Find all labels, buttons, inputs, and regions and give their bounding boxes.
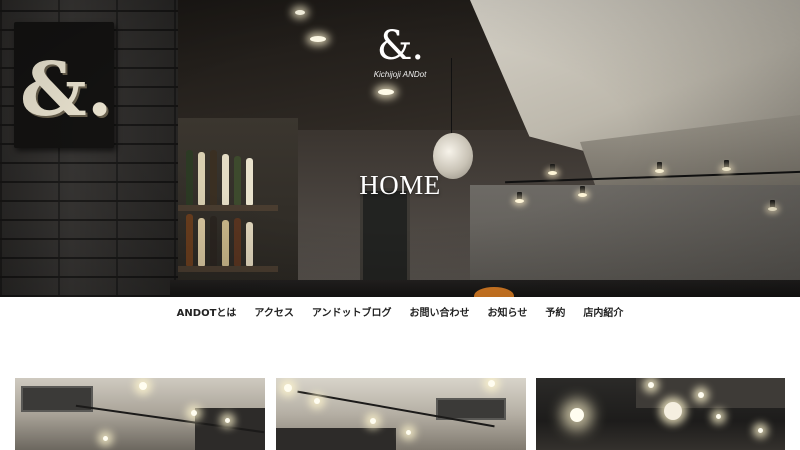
site-logo[interactable]: &. Kichijoji ANDot <box>360 24 440 92</box>
ceiling-light <box>284 384 292 392</box>
ceiling-light <box>314 398 320 404</box>
gallery-image-2[interactable] <box>276 378 526 450</box>
ceiling-shadow <box>276 428 396 450</box>
nav-item-blog[interactable]: アンドットブログ <box>303 307 401 321</box>
ceiling-light <box>103 436 108 441</box>
main-nav: ANDOTとは アクセス アンドットブログ お問い合わせ お知らせ 予約 店内紹… <box>0 297 800 331</box>
nav-item-interior[interactable]: 店内紹介 <box>574 307 632 321</box>
ceiling-light <box>716 414 721 419</box>
page-title: HOME <box>359 170 441 200</box>
nav-item-news[interactable]: お知らせ <box>479 307 537 321</box>
air-vent <box>21 386 93 412</box>
hero-banner: &. &. Kichijoji ANDot HOME <box>0 0 800 297</box>
nav-item-contact[interactable]: お問い合わせ <box>401 307 479 321</box>
logo-mark: &. <box>376 23 424 69</box>
ceiling-light <box>191 410 197 416</box>
logo-subtitle: Kichijoji ANDot <box>373 70 427 79</box>
ceiling-light <box>648 382 654 388</box>
ceiling-light <box>225 418 230 423</box>
pendant-lamp <box>664 402 682 420</box>
nav-item-access[interactable]: アクセス <box>245 307 303 321</box>
ceiling-light <box>488 380 495 387</box>
ceiling-light <box>370 418 376 424</box>
gallery-image-3[interactable] <box>536 378 785 450</box>
photo-gallery <box>15 378 785 450</box>
ceiling-light <box>758 428 763 433</box>
ceiling-light <box>698 392 704 398</box>
ceiling-light <box>139 382 147 390</box>
nav-item-about[interactable]: ANDOTとは <box>168 307 246 321</box>
gallery-image-1[interactable] <box>15 378 265 450</box>
ceiling-shadow <box>636 378 785 408</box>
nav-item-reservation[interactable]: 予約 <box>536 307 574 321</box>
ceiling-light <box>406 430 411 435</box>
ceiling-light <box>570 408 584 422</box>
